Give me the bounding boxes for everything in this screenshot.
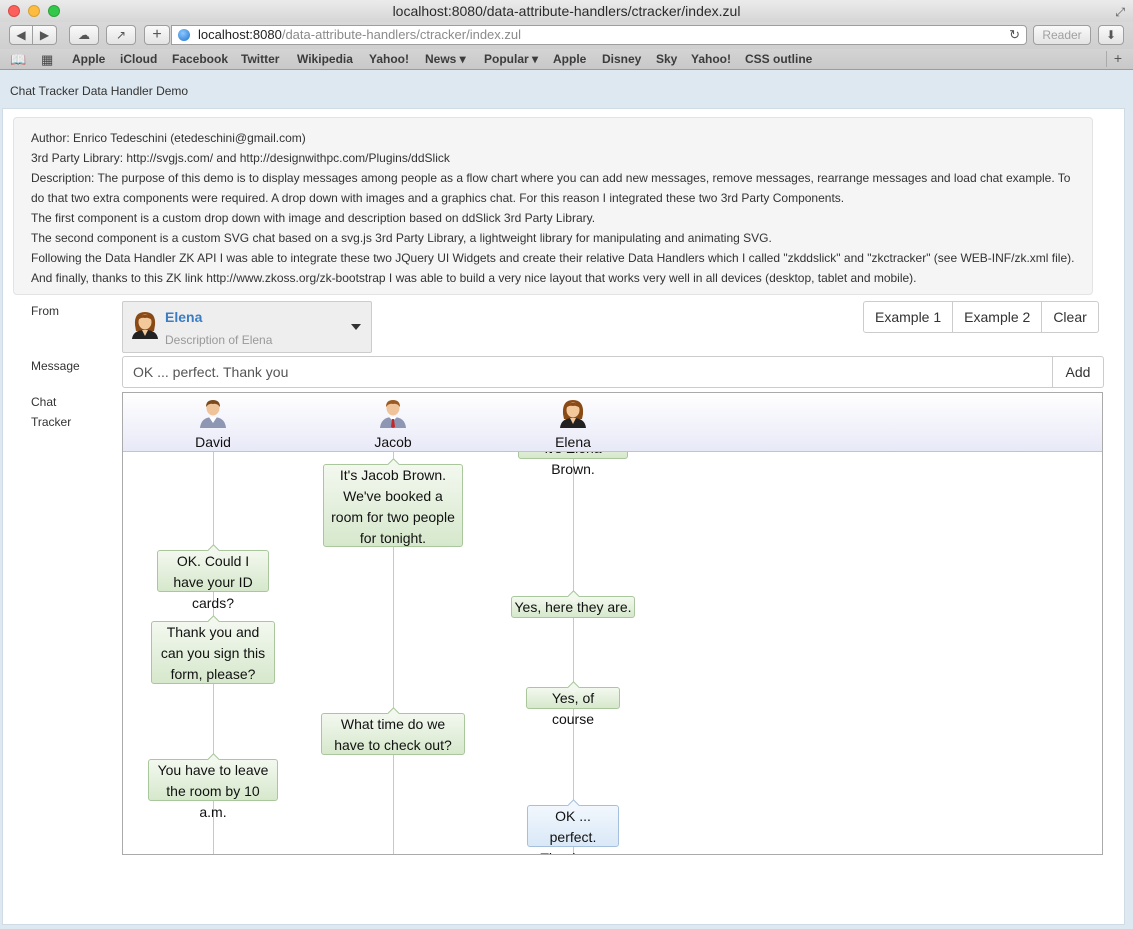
lifeline-elena xyxy=(573,451,574,854)
elena-avatar-icon xyxy=(560,400,586,428)
chat-message-latest[interactable]: OK ... perfect. Thank you xyxy=(527,805,619,854)
description-author: Author: Enrico Tedeschini (etedeschini@g… xyxy=(31,131,306,145)
forward-button[interactable]: ▶ xyxy=(33,25,57,45)
from-dropdown[interactable]: Elena Description of Elena xyxy=(122,301,372,353)
from-label: From xyxy=(31,304,59,318)
share-button[interactable]: ↗ xyxy=(106,25,136,45)
description-text: The first component is a custom drop dow… xyxy=(31,211,596,225)
chat-message[interactable]: Yes, of course xyxy=(526,687,620,727)
browser-toolbar: ◀ ▶ ☁ ↗ + localhost:8080/data-attribute-… xyxy=(0,22,1133,49)
description-text: The second component is a custom SVG cha… xyxy=(31,231,772,245)
clear-button[interactable]: Clear xyxy=(1042,301,1099,333)
window-title: localhost:8080/data-attribute-handlers/c… xyxy=(392,3,741,19)
icloud-tabs-button[interactable]: ☁ xyxy=(69,25,99,45)
downloads-button[interactable]: ⬇ xyxy=(1098,25,1124,45)
caret-down-icon xyxy=(351,324,361,330)
cloud-icon: ☁ xyxy=(78,28,90,42)
chat-message[interactable]: Yes, here they are. xyxy=(511,596,635,618)
description-text: And finally, thanks to this ZK link http… xyxy=(31,271,917,285)
bookmark-item[interactable]: Yahoo! xyxy=(691,52,731,66)
description-text: do that two extra components were requir… xyxy=(31,191,845,205)
jacob-avatar-icon xyxy=(380,400,406,428)
chat-message[interactable]: OK. Could I have your ID cards? xyxy=(157,550,269,611)
person-jacob[interactable]: Jacob xyxy=(353,397,433,450)
bookmarks-bar: 📖 ▦ Apple iCloud Facebook Twitter Wikipe… xyxy=(0,49,1133,70)
reload-icon[interactable]: ↻ xyxy=(1009,26,1020,44)
url-host: localhost:8080 xyxy=(198,27,282,42)
page-content: Chat Tracker Data Handler Demo Author: E… xyxy=(0,70,1133,929)
elena-avatar-icon xyxy=(132,312,158,339)
description-text: Following the Data Handler ZK API I was … xyxy=(31,251,1075,265)
window-titlebar: localhost:8080/data-attribute-handlers/c… xyxy=(0,0,1133,22)
tracker-header: David Jacob Elena xyxy=(123,393,1102,452)
bookmark-item[interactable]: Twitter xyxy=(241,52,279,66)
person-david[interactable]: David xyxy=(173,397,253,450)
bookmark-folder[interactable]: News ▾ xyxy=(425,52,466,66)
description-libraries: 3rd Party Library: http://svgjs.com/ and… xyxy=(31,151,450,165)
chat-tracker-label: Chat Tracker xyxy=(31,392,71,432)
reader-button[interactable]: Reader xyxy=(1033,25,1091,45)
from-selected-name: Elena xyxy=(165,309,203,325)
description-box: Author: Enrico Tedeschini (etedeschini@g… xyxy=(13,117,1093,295)
bookmark-item[interactable]: Apple xyxy=(553,52,586,66)
add-bookmark-button[interactable]: + xyxy=(1106,51,1129,67)
bookmark-item[interactable]: Apple xyxy=(72,52,105,66)
bookmark-folder[interactable]: Popular ▾ xyxy=(484,52,538,66)
description-text: Description: The purpose of this demo is… xyxy=(31,171,1071,185)
bookmark-item[interactable]: Disney xyxy=(602,52,641,66)
from-selected-description: Description of Elena xyxy=(165,333,273,347)
bookmark-item[interactable]: CSS outline xyxy=(745,52,812,66)
person-elena[interactable]: Elena xyxy=(533,397,613,450)
example-2-button[interactable]: Example 2 xyxy=(953,301,1043,333)
chat-message[interactable]: What time do we have to check out? xyxy=(321,713,465,755)
message-label: Message xyxy=(31,359,80,373)
url-text: localhost:8080/data-attribute-handlers/c… xyxy=(198,26,521,44)
globe-icon xyxy=(178,29,190,41)
chat-tracker-label-line2: Tracker xyxy=(31,415,72,429)
bookmark-item[interactable]: iCloud xyxy=(120,52,157,66)
bookmark-item[interactable]: Facebook xyxy=(172,52,228,66)
chat-tracker-label-line1: Chat xyxy=(31,395,57,409)
david-avatar-icon xyxy=(200,400,226,428)
share-icon: ↗ xyxy=(115,28,127,42)
example-1-button[interactable]: Example 1 xyxy=(863,301,954,333)
download-icon: ⬇ xyxy=(1105,28,1117,42)
person-name: David xyxy=(195,434,231,450)
add-button[interactable]: Add xyxy=(1052,356,1104,388)
chat-message[interactable]: It's Jacob Brown. We've booked a room fo… xyxy=(323,464,463,547)
new-tab-button[interactable]: + xyxy=(144,25,170,45)
person-name: Jacob xyxy=(374,434,412,450)
bookmark-item[interactable]: Wikipedia xyxy=(297,52,353,66)
top-sites-icon[interactable]: ▦ xyxy=(41,52,53,68)
reading-list-icon[interactable]: 📖 xyxy=(10,52,26,68)
main-panel: Author: Enrico Tedeschini (etedeschini@g… xyxy=(2,108,1125,925)
bookmark-item[interactable]: Yahoo! xyxy=(369,52,409,66)
chat-message[interactable]: You have to leave the room by 10 a.m. xyxy=(148,759,278,820)
example-button-group: Example 1 Example 2 Clear xyxy=(863,301,1099,333)
message-input[interactable] xyxy=(122,356,1053,388)
back-button[interactable]: ◀ xyxy=(9,25,33,45)
fullscreen-icon[interactable]: ⤢ xyxy=(1115,5,1125,20)
page-title: Chat Tracker Data Handler Demo xyxy=(10,84,189,98)
bookmark-item[interactable]: Sky xyxy=(656,52,677,66)
chat-message[interactable]: Thank you and can you sign this form, pl… xyxy=(151,621,275,684)
person-name: Elena xyxy=(555,434,591,450)
chat-tracker[interactable]: David Jacob Elena Brown. It's Jacob Brow… xyxy=(122,392,1103,855)
address-bar[interactable]: localhost:8080/data-attribute-handlers/c… xyxy=(171,25,1027,45)
url-path: /data-attribute-handlers/ctracker/index.… xyxy=(281,27,522,42)
